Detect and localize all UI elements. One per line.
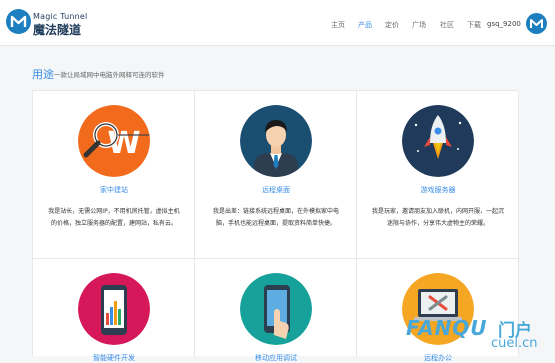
card-description: 我是站长，无需公网IP，不用机房托管，虚拟主机的价格，独立服务器的配置，建网站，… (48, 208, 180, 227)
card-description: 我是玩家，邀请朋友加入联机，内网开服，一起沉迷限与协作，分享伟大虚物主的荣耀。 (371, 208, 504, 227)
user-avatar-icon[interactable] (526, 13, 547, 34)
nav-square[interactable]: 广场 (412, 20, 426, 30)
brand-name-en: Magic Tunnel (33, 12, 88, 21)
nav-community[interactable]: 社区 (440, 20, 454, 30)
card-description: 我是出差：链接系统远程桌面，在外模拟家中电脑，手机也能远程桌面，提取资料简单快捷… (212, 208, 339, 227)
section-subtitle: 一款让局域网中电脑外网释可连的软件 (54, 71, 165, 79)
businessman-icon (240, 105, 312, 177)
nav-products[interactable]: 产品 (358, 20, 372, 30)
card-home-website[interactable]: W 家中建站 我是站长，无需公网IP，不用机房托管，虚拟主机的价格，独立服务器的… (33, 91, 195, 259)
mobile-chart-icon (78, 273, 150, 345)
card-game-server[interactable]: 游戏服务器 我是玩家，邀请朋友加入联机，内网开服，一起沉迷限与协作，分享伟大虚物… (357, 91, 519, 259)
card-title: 移动应用调试 (255, 354, 297, 362)
card-title: 智能硬件开发 (93, 354, 135, 362)
card-title: 远程桌面 (262, 186, 290, 194)
magnifier-website-icon: W (78, 105, 150, 177)
section-title: 用途 (32, 68, 54, 81)
watermark-domain: cuel.cn (491, 336, 538, 351)
card-smart-hardware[interactable]: 智能硬件开发 (33, 259, 195, 362)
card-remote-desktop[interactable]: 远程桌面 我是出差：链接系统远程桌面，在外模拟家中电脑，手机也能远程桌面，提取资… (195, 91, 357, 259)
watermark-logo: FANQU 门户 cuel.cn (396, 306, 555, 356)
brand-name-cn[interactable]: 魔法隧道 (33, 21, 81, 38)
user-name[interactable]: gsq_9200 (487, 20, 521, 28)
nav-download[interactable]: 下载 (467, 20, 481, 30)
top-header: Magic Tunnel 魔法隧道 主页 产品 定价 广场 社区 下载 gsq_… (0, 0, 555, 46)
nav-pricing[interactable]: 定价 (385, 20, 399, 30)
rocket-icon (402, 105, 474, 177)
nav-home[interactable]: 主页 (331, 20, 345, 30)
card-title: 家中建站 (100, 186, 128, 194)
magic-tunnel-logo-icon[interactable] (6, 9, 31, 34)
card-mobile-debug[interactable]: 移动应用调试 (195, 259, 357, 362)
card-title: 游戏服务器 (420, 186, 456, 194)
watermark-text: FANQU (406, 316, 488, 340)
touch-phone-icon (240, 273, 312, 345)
